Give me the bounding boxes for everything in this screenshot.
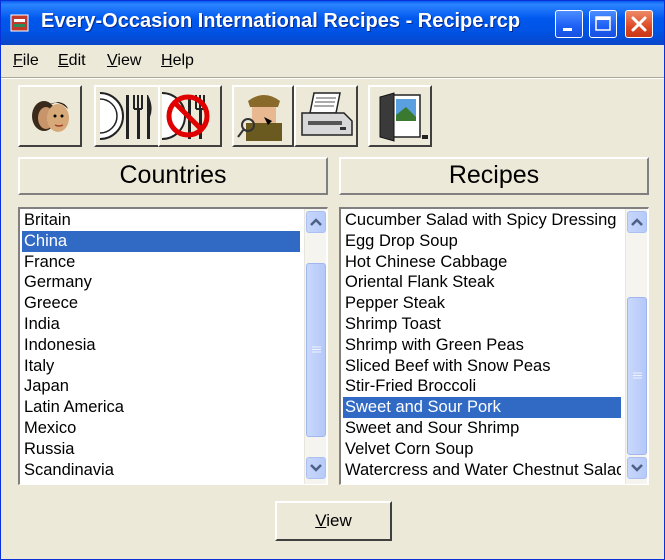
- recipes-list: Cucumber Salad with Spicy Dressing Egg Dr…: [343, 210, 621, 480]
- people-button[interactable]: [18, 85, 82, 147]
- detective-search-icon: [237, 95, 282, 141]
- list-item[interactable]: Sweet and Sour Shrimp: [343, 418, 621, 439]
- list-item[interactable]: Velvet Corn Soup: [343, 439, 621, 460]
- list-item[interactable]: Greece: [22, 293, 300, 314]
- toolbar-divider: [1, 77, 664, 79]
- printer-icon: [301, 92, 353, 136]
- list-item[interactable]: Shrimp Toast: [343, 314, 621, 335]
- scroll-thumb[interactable]: [306, 263, 326, 437]
- countries-header: Countries: [18, 157, 328, 195]
- list-item[interactable]: Britain: [22, 210, 300, 231]
- app-window: Every-Occasion International Recipes - R…: [0, 0, 665, 560]
- recipes-scrollbar[interactable]: [625, 209, 647, 484]
- scroll-down-button[interactable]: [306, 457, 326, 479]
- recipe-book-button[interactable]: [94, 85, 160, 147]
- list-item[interactable]: Latin America: [22, 397, 300, 418]
- chevron-up-icon: [631, 218, 643, 226]
- menu-edit[interactable]: Edit: [58, 52, 86, 70]
- list-item[interactable]: India: [22, 314, 300, 335]
- list-item[interactable]: Scandinavia: [22, 460, 300, 481]
- countries-scrollbar[interactable]: [304, 209, 326, 484]
- view-button[interactable]: View: [275, 501, 392, 541]
- recipes-header: Recipes: [339, 157, 649, 195]
- list-item[interactable]: Russia: [22, 439, 300, 460]
- list-item[interactable]: Egg Drop Soup: [343, 231, 621, 252]
- title-bar[interactable]: Every-Occasion International Recipes - R…: [1, 1, 664, 45]
- list-item[interactable]: China: [22, 230, 300, 252]
- menu-help[interactable]: Help: [161, 52, 194, 70]
- print-button[interactable]: [294, 85, 358, 147]
- chevron-down-icon: [310, 464, 322, 472]
- list-item[interactable]: France: [22, 252, 300, 273]
- list-item[interactable]: Mexico: [22, 418, 300, 439]
- plate-fork-knife-icon: [99, 92, 152, 140]
- no-dining-icon: [161, 92, 210, 140]
- scroll-up-button[interactable]: [627, 211, 647, 233]
- scroll-down-button[interactable]: [627, 457, 647, 479]
- scroll-up-button[interactable]: [306, 211, 326, 233]
- no-dining-button[interactable]: [158, 85, 222, 147]
- countries-listbox[interactable]: Britain China France Germany Greece India Indo…: [18, 207, 328, 485]
- list-item[interactable]: Pepper Steak: [343, 293, 621, 314]
- menu-bar: File Edit View Help: [1, 49, 664, 75]
- maximize-button[interactable]: [589, 10, 617, 38]
- list-item[interactable]: Shrimp with Green Peas: [343, 335, 621, 356]
- list-item[interactable]: Cucumber Salad with Spicy Dressing: [343, 210, 621, 231]
- recipes-listbox[interactable]: Cucumber Salad with Spicy Dressing Egg Dr…: [339, 207, 649, 485]
- list-item[interactable]: Indonesia: [22, 335, 300, 356]
- chevron-down-icon: [631, 464, 643, 472]
- list-item[interactable]: Watercress and Water Chestnut Salad: [343, 460, 621, 481]
- list-item[interactable]: Sweet and Sour Pork: [343, 397, 621, 418]
- search-button[interactable]: [232, 85, 294, 147]
- grip-icon: [312, 346, 321, 353]
- list-item[interactable]: Oriental Flank Steak: [343, 272, 621, 293]
- countries-list: Britain China France Germany Greece India Indo…: [22, 210, 300, 480]
- list-item[interactable]: Stir-Fried Broccoli: [343, 376, 621, 397]
- close-button[interactable]: [625, 10, 653, 38]
- grip-icon: [633, 372, 642, 379]
- menu-view[interactable]: View: [107, 52, 141, 70]
- people-faces-icon: [32, 101, 69, 132]
- menu-file[interactable]: File: [13, 52, 39, 70]
- list-item[interactable]: Germany: [22, 272, 300, 293]
- scroll-thumb[interactable]: [627, 297, 647, 455]
- list-item[interactable]: Japan: [22, 376, 300, 397]
- list-item[interactable]: Sliced Beef with Snow Peas: [343, 356, 621, 377]
- exit-door-icon: [379, 92, 428, 142]
- minimize-button[interactable]: [555, 10, 583, 38]
- list-item[interactable]: Hot Chinese Cabbage: [343, 252, 621, 273]
- exit-button[interactable]: [368, 85, 432, 147]
- app-icon: [9, 12, 31, 34]
- list-item[interactable]: Italy: [22, 356, 300, 377]
- window-title: Every-Occasion International Recipes - R…: [41, 10, 521, 32]
- chevron-up-icon: [310, 218, 322, 226]
